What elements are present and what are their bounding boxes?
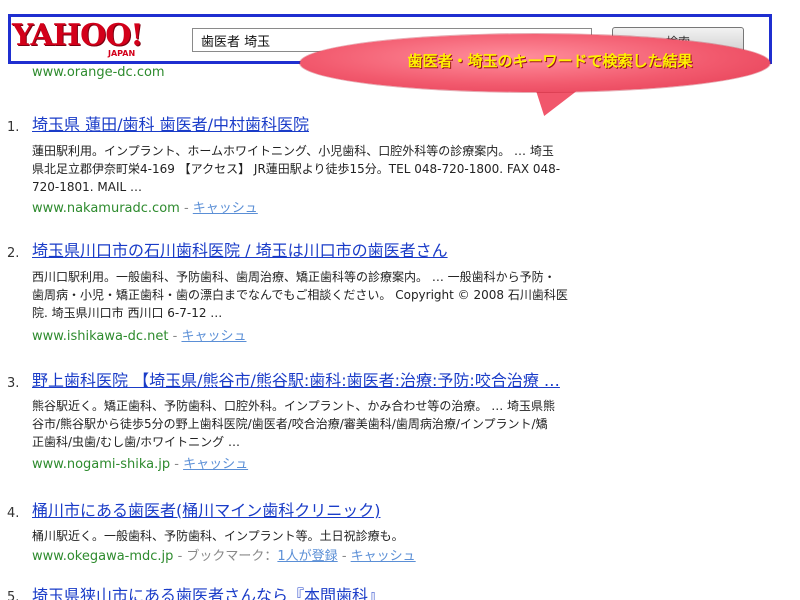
snippet-line: 蓮田駅利用。インプラント、ホームホワイトニング、小児歯科、口腔外科等の診療案内。… [32, 144, 554, 158]
result-number: 2. [7, 246, 20, 261]
result-url[interactable]: www.nogami-shika.jp [32, 457, 170, 472]
result-number: 3. [7, 376, 20, 391]
result-title-link[interactable]: 野上歯科医院 【埼玉県/熊谷市/熊谷駅:歯科:歯医者:治療:予防:咬合治療 … [32, 371, 560, 391]
snippet-line: 歯周病・小児・矯正歯科・歯の漂白までなんでもご相談ください。 Copyright… [32, 288, 568, 302]
separator: - [341, 549, 351, 564]
snippet-line: 谷市/熊谷駅から徒歩5分の野上歯科医院/歯医者/咬合治療/審美歯科/歯周病治療/… [32, 417, 548, 431]
page: YAHOO! JAPAN 検索 歯医者・埼玉のキーワードで検索した結果 www.… [0, 0, 800, 600]
snippet-line: 桶川駅近く。一般歯科、予防歯科、インプラント等。土日祝診療も。 [32, 529, 404, 543]
snippet-line: 院. 埼玉県川口市 西川口 6-7-12 … [32, 306, 223, 320]
snippet-line: 正歯科/虫歯/むし歯/ホワイトニング … [32, 435, 240, 449]
result-snippet: 蓮田駅利用。インプラント、ホームホワイトニング、小児歯科、口腔外科等の診療案内。… [32, 142, 732, 196]
callout-text: 歯医者・埼玉のキーワードで検索した結果 [407, 52, 693, 70]
result-snippet: 西川口駅利用。一般歯科、予防歯科、歯周治療、矯正歯科等の診療案内。 … 一般歯科… [32, 268, 732, 322]
cache-link[interactable]: キャッシュ [183, 457, 248, 472]
result-title-link[interactable]: 埼玉県川口市の石川歯科医院 / 埼玉は川口市の歯医者さん [32, 241, 448, 261]
result-meta: www.nakamuradc.com - キャッシュ [32, 200, 258, 218]
separator: - [183, 201, 193, 216]
cache-link[interactable]: キャッシュ [351, 549, 416, 564]
result-number: 4. [7, 506, 20, 521]
separator: - [174, 457, 184, 472]
snippet-line: 熊谷駅近く。矯正歯科、予防歯科、口腔外科。インプラント、かみ合わせ等の治療。 …… [32, 399, 556, 413]
result-title-link[interactable]: 埼玉県狭山市にある歯医者さんなら『本間歯科』 [32, 586, 384, 600]
snippet-line: 西川口駅利用。一般歯科、予防歯科、歯周治療、矯正歯科等の診療案内。 … 一般歯科… [32, 270, 556, 284]
cache-link[interactable]: キャッシュ [193, 201, 258, 216]
result-meta: www.ishikawa-dc.net - キャッシュ [32, 328, 246, 346]
previous-result-url[interactable]: www.orange-dc.com [32, 64, 165, 82]
result-snippet: 桶川駅近く。一般歯科、予防歯科、インプラント等。土日祝診療も。 [32, 527, 732, 545]
snippet-line: 県北足立郡伊奈町栄4-169 【アクセス】 JR蓮田駅より徒歩15分。TEL 0… [32, 162, 561, 176]
result-title-link[interactable]: 埼玉県 蓮田/歯科 歯医者/中村歯科医院 [32, 115, 309, 135]
bookmark-label: ブックマーク： [186, 549, 278, 564]
result-url[interactable]: www.okegawa-mdc.jp [32, 549, 173, 564]
cache-link[interactable]: キャッシュ [181, 329, 246, 344]
result-snippet: 熊谷駅近く。矯正歯科、予防歯科、口腔外科。インプラント、かみ合わせ等の治療。 …… [32, 397, 732, 451]
result-number: 1. [7, 120, 20, 135]
result-url[interactable]: www.nakamuradc.com [32, 201, 180, 216]
result-number: 5. [7, 590, 20, 600]
logo-text: YAHOO! [12, 18, 144, 53]
result-meta: www.okegawa-mdc.jp - ブックマーク：1人が登録 - キャッシ… [32, 548, 416, 566]
snippet-line: 720-1801. MAIL … [32, 180, 143, 194]
result-meta: www.nogami-shika.jp - キャッシュ [32, 456, 248, 474]
bookmark-count-link[interactable]: 1人が登録 [277, 549, 337, 564]
yahoo-japan-logo[interactable]: YAHOO! JAPAN [12, 16, 182, 64]
logo-subtext: JAPAN [108, 49, 136, 58]
result-url[interactable]: www.ishikawa-dc.net [32, 329, 169, 344]
result-title-link[interactable]: 桶川市にある歯医者(桶川マイン歯科クリニック) [32, 501, 381, 521]
